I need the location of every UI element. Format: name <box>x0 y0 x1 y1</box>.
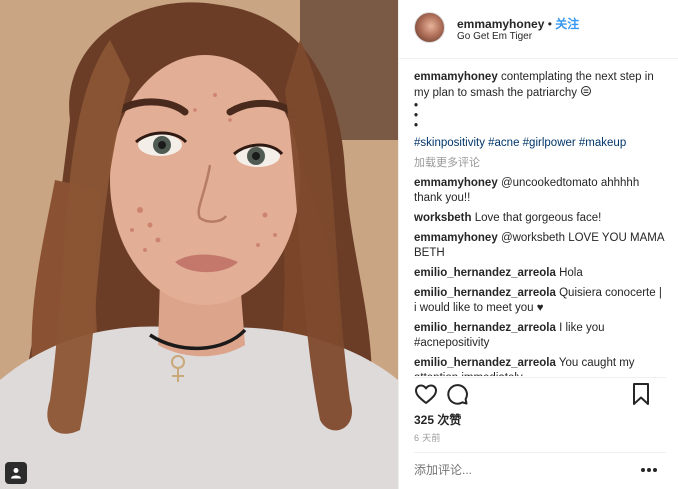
comment-item: worksbeth Love that gorgeous face! <box>414 211 666 226</box>
comment-username[interactable]: worksbeth <box>414 212 472 224</box>
divider <box>414 377 666 378</box>
add-comment-input[interactable] <box>414 459 629 481</box>
portrait-image <box>0 0 398 489</box>
comment-text: Love that gorgeous face! <box>474 212 602 224</box>
location-link[interactable]: Go Get Em Tiger <box>457 31 532 42</box>
comment-item: emmamyhoney @worksbeth LOVE YOU MAMA BET… <box>414 231 666 261</box>
comment-username[interactable]: emmamyhoney <box>414 177 498 189</box>
post-author-line: emmamyhoney • 关注 <box>457 15 579 32</box>
load-more-comments-button[interactable]: 加载更多评论 <box>414 156 666 171</box>
comment-icon[interactable] <box>445 382 469 406</box>
comments-list[interactable]: emmamyhoney contemplating the next step … <box>414 70 666 376</box>
comment-username[interactable]: emilio_hernandez_arreola <box>414 357 556 369</box>
separator-dot: • <box>547 17 552 31</box>
caption-username[interactable]: emmamyhoney <box>414 71 498 83</box>
post-photo[interactable] <box>0 0 398 489</box>
caption-hashtags[interactable]: #skinpositivity #acne #girlpower #makeup <box>414 136 666 151</box>
like-count[interactable]: 325 次赞 <box>414 411 461 428</box>
divider <box>414 452 666 453</box>
post-timestamp[interactable]: 6 天前 <box>414 431 441 444</box>
comment-item: emmamyhoney @uncookedtomato ahhhhh thank… <box>414 176 666 206</box>
action-bar <box>414 382 666 406</box>
bookmark-icon[interactable] <box>630 382 652 406</box>
comment-username[interactable]: emmamyhoney <box>414 232 498 244</box>
comment-item: emilio_hernandez_arreola Quisiera conoce… <box>414 286 666 316</box>
emoji-icon <box>581 86 592 96</box>
comment-username[interactable]: emilio_hernandez_arreola <box>414 322 556 334</box>
more-options-icon[interactable] <box>637 459 661 481</box>
caption-dots: • • • <box>414 100 420 132</box>
caption: emmamyhoney contemplating the next step … <box>414 70 666 132</box>
comment-username[interactable]: emilio_hernandez_arreola <box>414 267 556 279</box>
comment-item: emilio_hernandez_arreola Hola <box>414 266 666 281</box>
user-tag-icon[interactable] <box>5 462 27 484</box>
post-side-panel: emmamyhoney • 关注 Go Get Em Tiger emmamyh… <box>398 0 678 489</box>
heart-icon[interactable] <box>414 382 438 406</box>
comment-text: Hola <box>559 267 583 279</box>
comment-item: emilio_hernandez_arreola I like you #acn… <box>414 321 666 351</box>
follow-button[interactable]: 关注 <box>555 17 579 31</box>
comment-username[interactable]: emilio_hernandez_arreola <box>414 287 556 299</box>
avatar[interactable] <box>414 12 445 43</box>
author-username[interactable]: emmamyhoney <box>457 17 544 31</box>
comment-item: emilio_hernandez_arreola You caught my a… <box>414 356 666 376</box>
post-header: emmamyhoney • 关注 Go Get Em Tiger <box>399 0 678 59</box>
